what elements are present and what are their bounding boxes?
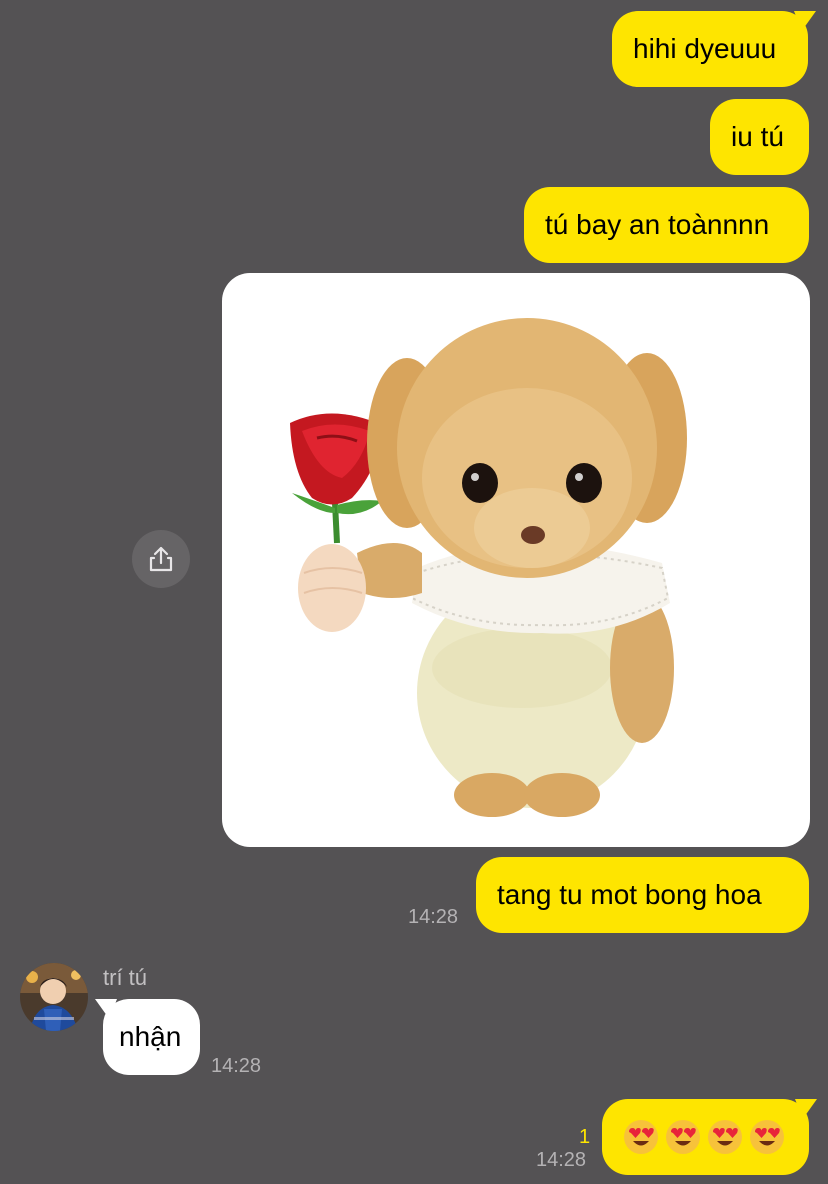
message-text: tang tu mot bong hoa <box>497 879 762 910</box>
outgoing-message[interactable] <box>602 1099 809 1175</box>
message-text: iu tú <box>731 121 784 152</box>
avatar[interactable] <box>20 963 88 1031</box>
message-text: tú bay an toànnnn <box>545 209 770 240</box>
emoji-row <box>623 1119 785 1155</box>
message-timestamp: 14:28 <box>536 1149 587 1171</box>
contact-avatar-photo <box>20 963 88 1031</box>
heart-eyes-emoji-icon <box>708 1120 742 1154</box>
share-button[interactable] <box>132 530 190 588</box>
outgoing-message[interactable]: tang tu mot bong hoa <box>476 857 809 933</box>
message-text: nhận <box>119 1021 182 1052</box>
outgoing-message[interactable]: iu tú <box>710 99 809 175</box>
outgoing-message[interactable]: hihi dyeuuu <box>612 11 808 87</box>
message-timestamp: 14:28 <box>408 906 459 928</box>
sender-name: trí tú <box>103 965 148 990</box>
incoming-message[interactable]: nhận <box>103 999 200 1075</box>
outgoing-message[interactable]: tú bay an toànnnn <box>524 187 809 263</box>
message-timestamp: 14:28 <box>211 1055 262 1077</box>
heart-eyes-emoji-icon <box>750 1120 784 1154</box>
message-text: hihi dyeuuu <box>633 33 777 64</box>
unread-count: 1 <box>579 1126 591 1148</box>
heart-eyes-emoji-icon <box>666 1120 700 1154</box>
share-icon <box>149 546 173 572</box>
heart-eyes-emoji-icon <box>624 1120 658 1154</box>
photo-message[interactable] <box>222 273 810 847</box>
plush-puppy-with-rose-image <box>290 318 687 817</box>
chat-thread: hihi dyeuuu iu tú tú bay an toànnnn 14:2… <box>0 0 828 1184</box>
